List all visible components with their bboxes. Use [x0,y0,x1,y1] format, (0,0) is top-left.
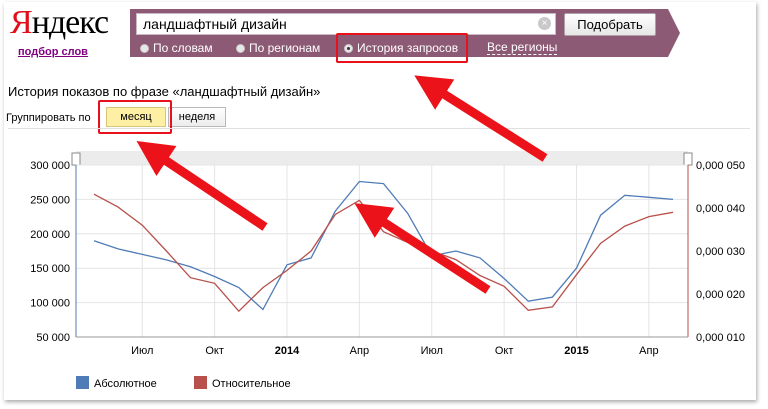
arrow-to-peak [354,203,491,294]
arrow-to-history [414,75,548,162]
annotation-arrows [136,75,548,294]
arrow-to-month [136,140,268,231]
